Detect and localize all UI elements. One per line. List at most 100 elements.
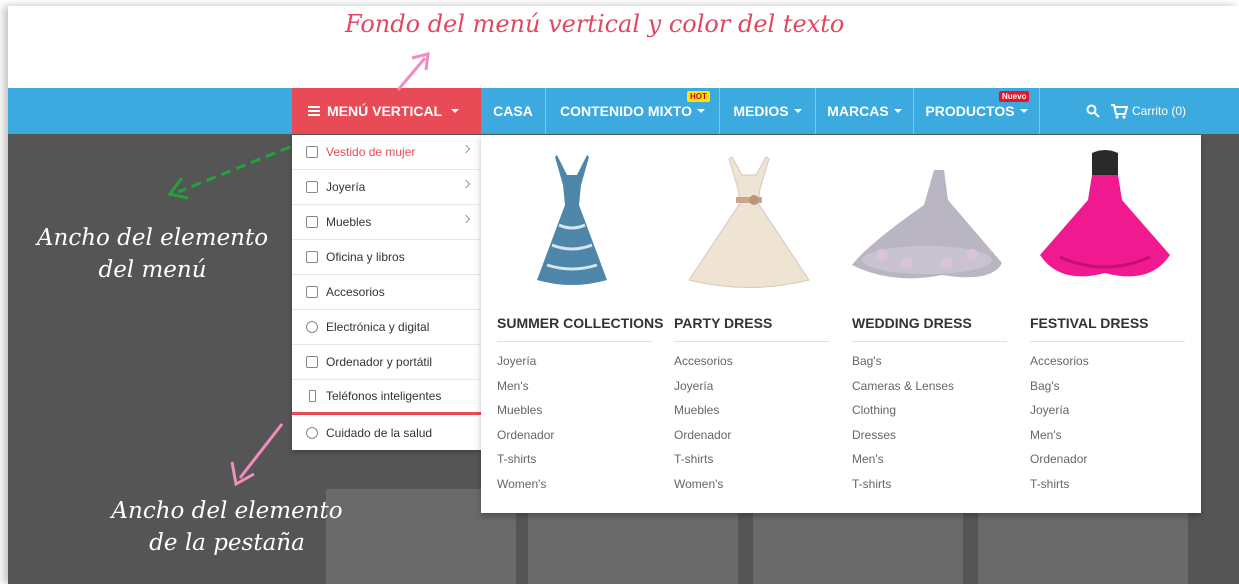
column-title[interactable]: WEDDING DRESS — [852, 315, 1007, 342]
annotation-vertical-menu-bg: Fondo del menú vertical y color del text… — [345, 10, 845, 38]
cart-label: Carrito (0) — [1132, 104, 1187, 118]
vertical-menu-label: MENÚ VERTICAL — [327, 103, 443, 119]
chevron-down-icon — [1019, 109, 1028, 113]
chevron-right-icon — [461, 214, 471, 224]
vertical-menu-item-electronica[interactable]: Electrónica y digital — [292, 310, 481, 345]
vertical-menu-item-vestido-de-mujer[interactable]: Vestido de mujer — [292, 135, 481, 170]
hamburger-icon — [308, 106, 320, 116]
annotation-line: Ancho del elemento — [111, 498, 343, 524]
column-link[interactable]: Joyería — [497, 349, 554, 374]
annotation-line: del menú — [98, 257, 207, 283]
nav-item-marcas[interactable]: MARCAS — [816, 88, 914, 134]
printer-icon — [306, 251, 318, 263]
annotation-tab-item-width: Ancho del elemento de la pestaña — [102, 495, 352, 559]
column-link[interactable]: Dresses — [852, 423, 954, 448]
vertical-menu-toggle[interactable]: MENÚ VERTICAL — [292, 88, 481, 134]
column-links: Joyería Men's Muebles Ordenador T-shirts… — [497, 349, 554, 497]
column-title[interactable]: PARTY DRESS — [674, 315, 829, 342]
column-link[interactable]: Women's — [674, 472, 733, 497]
new-badge: Nuevo — [999, 91, 1030, 102]
summer-dress-image[interactable] — [497, 145, 647, 295]
column-link[interactable]: Women's — [497, 472, 554, 497]
chevron-right-icon — [461, 179, 471, 189]
vertical-menu-item-label: Teléfonos inteligentes — [326, 389, 442, 403]
laptop-icon — [306, 356, 318, 368]
vertical-menu-item-ordenador[interactable]: Ordenador y portátil — [292, 345, 481, 380]
camera-icon — [306, 321, 318, 333]
column-link[interactable]: Bag's — [852, 349, 954, 374]
column-link[interactable]: Accesorios — [1030, 349, 1089, 374]
vertical-menu-item-label: Oficina y libros — [326, 250, 405, 264]
nav-item-medios[interactable]: MEDIOS — [720, 88, 816, 134]
nav-item-label: PRODUCTOS — [925, 103, 1015, 119]
column-link[interactable]: Joyería — [1030, 398, 1089, 423]
column-link[interactable]: Ordenador — [1030, 447, 1089, 472]
column-title[interactable]: SUMMER COLLECTIONS — [497, 315, 663, 342]
vertical-menu-item-joyeria[interactable]: Joyería — [292, 170, 481, 205]
festival-dress-image[interactable] — [1030, 145, 1180, 295]
vertical-menu-item-label: Ordenador y portátil — [326, 355, 433, 369]
column-link[interactable]: Ordenador — [497, 423, 554, 448]
column-link[interactable]: Men's — [497, 374, 554, 399]
nav-item-label: MARCAS — [827, 103, 889, 119]
column-link[interactable]: Muebles — [674, 398, 733, 423]
cart-button[interactable]: Carrito (0) — [1110, 103, 1186, 119]
chevron-down-icon — [793, 109, 802, 113]
nav-item-productos[interactable]: Nuevo PRODUCTOS — [914, 88, 1040, 134]
column-link[interactable]: T-shirts — [1030, 472, 1089, 497]
nav-item-casa[interactable]: CASA — [481, 88, 546, 134]
chevron-down-icon — [893, 109, 902, 113]
wedding-dress-image[interactable] — [852, 145, 1002, 295]
nav-item-label: CONTENIDO MIXTO — [560, 103, 692, 119]
annotation-line: Ancho del elemento — [36, 225, 269, 251]
column-link[interactable]: T-shirts — [852, 472, 954, 497]
chevron-down-icon — [451, 109, 460, 113]
cart-icon — [1111, 104, 1128, 119]
column-links: Bag's Cameras & Lenses Clothing Dresses … — [852, 349, 954, 497]
annotation-line: de la pestaña — [149, 530, 305, 556]
vertical-menu-item-label: Joyería — [326, 180, 366, 194]
diamond-icon — [306, 181, 318, 193]
phone-icon — [309, 390, 316, 402]
chevron-down-icon — [696, 109, 705, 113]
hanger-icon — [306, 286, 318, 298]
vertical-menu-item-label: Accesorios — [326, 285, 385, 299]
column-links: Accesorios Joyería Muebles Ordenador T-s… — [674, 349, 733, 497]
vertical-menu-item-accesorios[interactable]: Accesorios — [292, 275, 481, 310]
nav-item-contenido-mixto[interactable]: HOT CONTENIDO MIXTO — [546, 88, 720, 134]
column-link[interactable]: Bag's — [1030, 374, 1089, 399]
sofa-icon — [306, 216, 318, 228]
column-link[interactable]: T-shirts — [674, 447, 733, 472]
column-link[interactable]: Ordenador — [674, 423, 733, 448]
party-dress-image[interactable] — [674, 145, 824, 295]
column-link[interactable]: Men's — [1030, 423, 1089, 448]
dress-icon — [306, 146, 318, 158]
nav-item-label: MEDIOS — [733, 103, 789, 119]
vertical-menu-item-label: Vestido de mujer — [326, 145, 416, 159]
column-title[interactable]: FESTIVAL DRESS — [1030, 315, 1185, 342]
vertical-menu-dropdown: Vestido de mujer Joyería Muebles Oficina… — [292, 135, 481, 450]
column-links: Accesorios Bag's Joyería Men's Ordenador… — [1030, 349, 1089, 497]
search-icon[interactable] — [1086, 104, 1100, 118]
annotation-menu-item-width: Ancho del elemento del menú — [30, 222, 275, 286]
vertical-menu-item-label: Muebles — [326, 215, 372, 229]
column-link[interactable]: Clothing — [852, 398, 954, 423]
nav-item-label: CASA — [493, 103, 533, 119]
vertical-menu-item-label: Electrónica y digital — [326, 320, 430, 334]
vertical-menu-item-oficina-y-libros[interactable]: Oficina y libros — [292, 240, 481, 275]
mega-menu-panel: SUMMER COLLECTIONS Joyería Men's Muebles… — [481, 135, 1201, 513]
column-link[interactable]: Accesorios — [674, 349, 733, 374]
heart-icon — [306, 426, 318, 439]
column-link[interactable]: Men's — [852, 447, 954, 472]
column-link[interactable]: Cameras & Lenses — [852, 374, 954, 399]
vertical-menu-item-label: Cuidado de la salud — [326, 425, 433, 440]
vertical-menu-item-muebles[interactable]: Muebles — [292, 205, 481, 240]
column-link[interactable]: Joyería — [674, 374, 733, 399]
vertical-menu-item-telefonos[interactable]: Teléfonos inteligentes — [292, 380, 481, 415]
column-link[interactable]: Muebles — [497, 398, 554, 423]
chevron-right-icon — [461, 144, 471, 154]
vertical-menu-item-salud[interactable]: Cuidado de la salud — [292, 415, 481, 450]
nav-right-tools: Carrito (0) — [1086, 88, 1186, 134]
column-link[interactable]: T-shirts — [497, 447, 554, 472]
hot-badge: HOT — [687, 91, 710, 102]
